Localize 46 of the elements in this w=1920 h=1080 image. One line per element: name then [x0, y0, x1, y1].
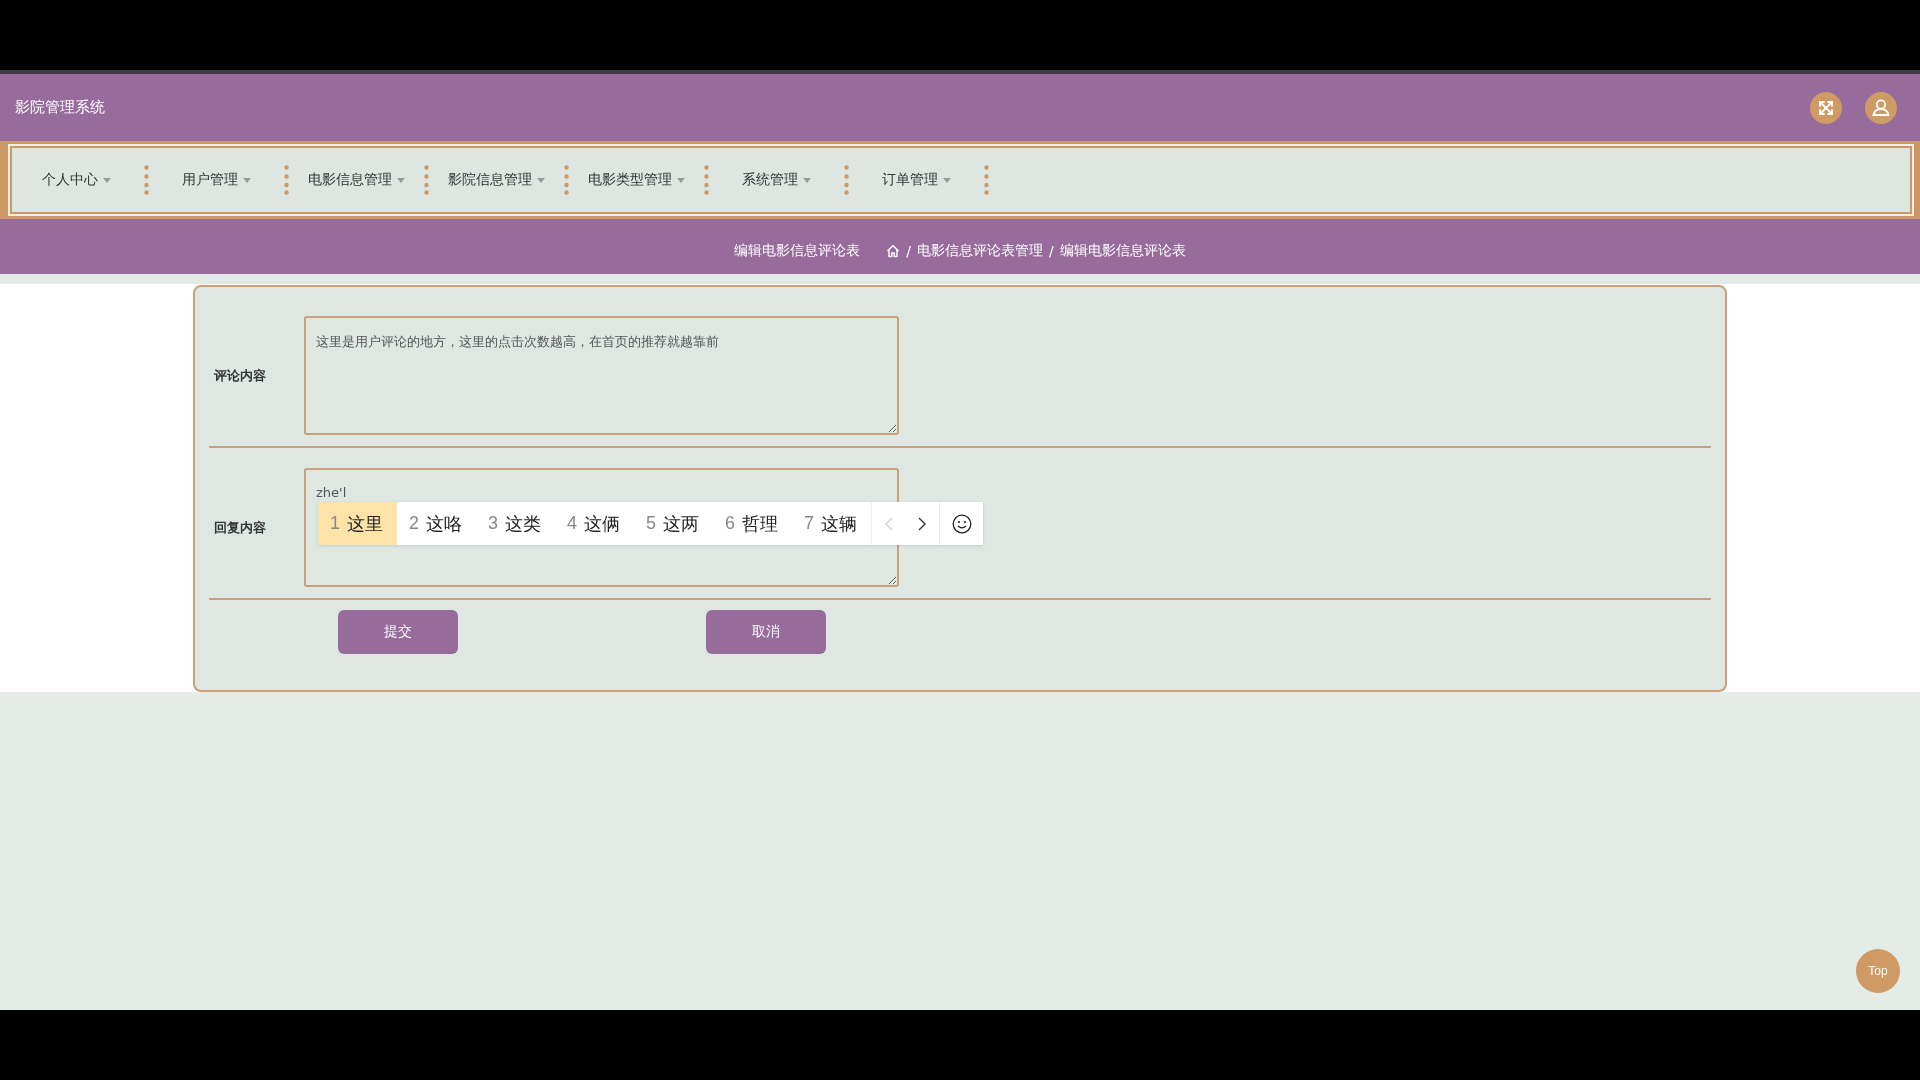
field-label: 回复内容: [213, 518, 267, 537]
caret-icon: [677, 177, 685, 183]
emoji-button[interactable]: [939, 502, 983, 545]
dotted-divider: [144, 165, 149, 195]
caret-icon: [537, 177, 545, 183]
nav-menu-item[interactable]: 个人中心: [42, 171, 111, 189]
user-icon[interactable]: [1865, 91, 1897, 124]
nav-menu-item[interactable]: 用户管理: [182, 171, 251, 189]
nav-menu-item[interactable]: 影院信息管理: [448, 171, 545, 189]
caret-icon: [103, 177, 111, 183]
cancel-button[interactable]: 取消: [706, 610, 826, 654]
nav-menu-item[interactable]: 系统管理: [742, 171, 811, 189]
caret-icon: [803, 177, 811, 183]
home-icon[interactable]: [886, 243, 901, 258]
ime-candidate[interactable]: 4 这俩: [555, 502, 634, 545]
nav-menu-item[interactable]: 电影类型管理: [588, 171, 685, 189]
breadcrumb-link[interactable]: 编辑电影信息评论表: [1059, 241, 1186, 260]
comment-textarea[interactable]: 这里是用户评论的地方，这里的点击次数越高，在首页的推荐就越靠前: [304, 316, 899, 435]
dotted-divider: [984, 165, 989, 195]
ime-candidate[interactable]: 1 这里: [318, 502, 397, 545]
dotted-divider: [564, 165, 569, 195]
caret-icon: [243, 177, 251, 183]
breadcrumb-separator: /: [906, 242, 911, 259]
fullscreen-icon[interactable]: [1810, 91, 1842, 124]
caret-icon: [943, 177, 951, 183]
field-label: 评论内容: [213, 366, 267, 385]
submit-button[interactable]: 提交: [338, 610, 458, 654]
dotted-divider: [704, 165, 709, 195]
caret-icon: [397, 177, 405, 183]
smiley-icon: [951, 513, 972, 534]
app-title: 影院管理系统: [15, 98, 105, 117]
nav-menu-item[interactable]: 电影信息管理: [308, 171, 405, 189]
page-title: 编辑电影信息评论表: [734, 241, 861, 260]
ime-candidate[interactable]: 5 这两: [634, 502, 713, 545]
breadcrumb-separator: /: [1049, 242, 1054, 259]
chevron-right-icon: [918, 516, 926, 531]
ime-candidate[interactable]: 6 哲理: [713, 502, 792, 545]
breadcrumb-link[interactable]: 电影信息评论表管理: [917, 241, 1043, 260]
chevron-left-icon: [884, 516, 893, 531]
nav-menu-item[interactable]: 订单管理: [882, 171, 951, 189]
dotted-divider: [844, 165, 849, 195]
ime-candidate[interactable]: 2 这咯: [397, 502, 476, 545]
dotted-divider: [284, 165, 289, 195]
ime-candidate[interactable]: 7 这辆: [792, 502, 871, 545]
dotted-divider: [424, 165, 429, 195]
ime-candidate[interactable]: 3 这类: [476, 502, 555, 545]
